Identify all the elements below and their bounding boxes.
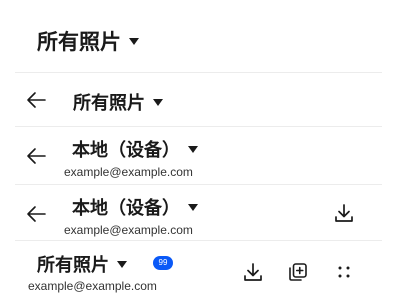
album-title-dropdown[interactable]: 所有照片 — [37, 251, 127, 277]
album-title: 所有照片 — [73, 93, 145, 114]
titlebar-variant-5: 所有照片 99 example@example.com — [15, 240, 382, 305]
account-email: example@example.com — [64, 223, 193, 237]
titlebar-variant-2: 所有照片 — [15, 72, 382, 127]
album-title: 所有照片 — [37, 255, 109, 276]
album-title-dropdown[interactable]: 所有照片 — [73, 89, 163, 115]
download-icon[interactable] — [242, 261, 264, 283]
account-email: example@example.com — [64, 165, 193, 179]
album-title: 本地（设备） — [72, 198, 180, 219]
titlebar-variant-1: 所有照片 — [15, 0, 382, 72]
album-title-dropdown[interactable]: 本地（设备） — [72, 194, 198, 220]
titlebar-variant-4: 本地（设备） example@example.com — [15, 184, 382, 241]
album-title: 所有照片 — [37, 30, 121, 54]
back-arrow-icon[interactable] — [25, 145, 47, 167]
chevron-down-icon — [129, 37, 139, 45]
count-badge: 99 — [153, 256, 173, 270]
album-title-dropdown[interactable]: 本地（设备） — [72, 136, 198, 162]
titlebar-variant-3: 本地（设备） example@example.com — [15, 126, 382, 185]
account-email: example@example.com — [28, 279, 157, 293]
more-dots-icon[interactable] — [333, 261, 355, 283]
chevron-down-icon — [188, 203, 198, 211]
download-icon[interactable] — [333, 202, 355, 224]
chevron-down-icon — [188, 145, 198, 153]
album-title-dropdown[interactable]: 所有照片 — [37, 26, 139, 56]
back-arrow-icon[interactable] — [25, 203, 47, 225]
back-arrow-icon[interactable] — [25, 89, 47, 111]
chevron-down-icon — [153, 98, 163, 106]
add-box-icon[interactable] — [287, 261, 309, 283]
album-title: 本地（设备） — [72, 140, 180, 161]
chevron-down-icon — [117, 260, 127, 268]
